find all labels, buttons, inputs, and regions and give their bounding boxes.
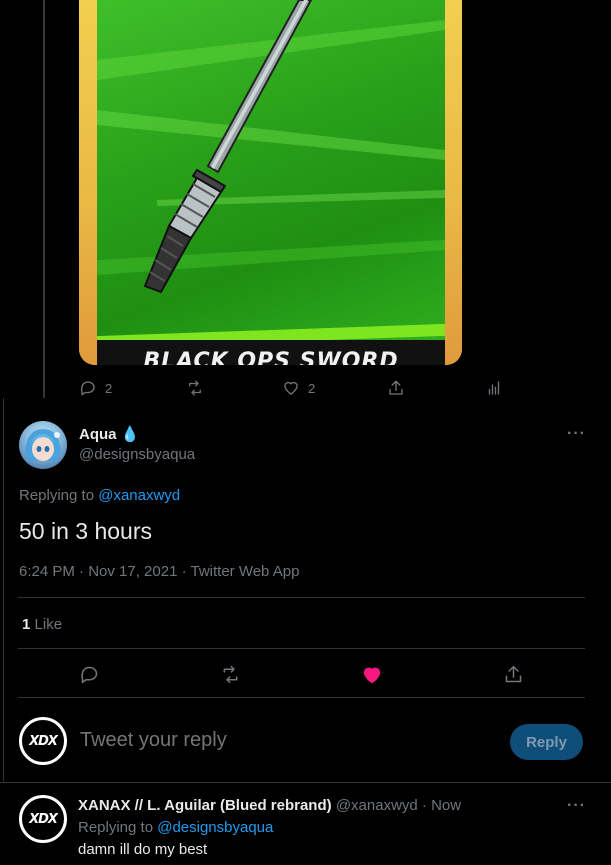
- more-options-button[interactable]: ···: [567, 425, 586, 443]
- tweet-timestamp[interactable]: 6:24 PM · Nov 17, 2021 · Twitter Web App: [19, 563, 299, 580]
- sword-illustration: [97, 0, 445, 294]
- like-action[interactable]: 2: [282, 379, 315, 397]
- likes-label: Like: [34, 616, 63, 633]
- reply-action[interactable]: 2: [79, 379, 112, 397]
- reply-avatar[interactable]: XDX: [19, 795, 67, 843]
- share-action[interactable]: [503, 664, 524, 685]
- composer-left-border: [3, 398, 4, 782]
- reply-avatar-logo: XDX: [29, 811, 58, 827]
- analytics-icon: [488, 381, 500, 395]
- reply-icon: [81, 666, 98, 684]
- card-banner: BLACK OPS SWORD: [97, 340, 445, 365]
- reply-header: XANAX // L. Aguilar (Blued rebrand) @xan…: [78, 797, 461, 814]
- divider: [18, 697, 585, 698]
- reply-author-name[interactable]: XANAX // L. Aguilar (Blued rebrand): [78, 797, 332, 814]
- reply-text: damn ill do my best: [78, 841, 208, 858]
- reply-replying-to: Replying to @designsbyaqua: [78, 819, 273, 836]
- reply-action[interactable]: [79, 664, 100, 685]
- reply-replying-to-prefix: Replying to: [78, 819, 158, 836]
- avatar-illustration: [25, 429, 61, 461]
- reply-count: 2: [105, 380, 113, 396]
- water-drop-icon: 💧: [120, 426, 140, 443]
- replying-to: Replying to @xanaxwyd: [19, 487, 180, 504]
- reply-replying-to-link[interactable]: @designsbyaqua: [157, 819, 273, 836]
- retweet-icon: [189, 380, 201, 396]
- reply-author-handle[interactable]: @xanaxwyd: [336, 797, 418, 814]
- heart-icon: [284, 381, 298, 395]
- likes-summary[interactable]: 1 Like: [22, 616, 62, 633]
- avatar[interactable]: [19, 421, 67, 469]
- divider: [18, 597, 585, 598]
- thread-connector-line: [43, 0, 45, 398]
- composer-avatar-logo: XDX: [29, 733, 58, 749]
- retweet-icon: [223, 665, 238, 684]
- author-handle[interactable]: @designsbyaqua: [79, 446, 195, 463]
- divider: [18, 648, 585, 649]
- share-action[interactable]: [387, 379, 405, 397]
- retweet-action[interactable]: [186, 379, 204, 397]
- tweet-text: 50 in 3 hours: [19, 518, 152, 544]
- card-frame-right: [445, 0, 462, 365]
- analytics-action[interactable]: [485, 379, 503, 397]
- tweet-media-image[interactable]: BLACK OPS SWORD: [79, 0, 462, 365]
- section-divider: [0, 782, 611, 783]
- card-frame-left: [79, 0, 97, 365]
- reply-more-options-button[interactable]: ···: [567, 797, 586, 815]
- reply-time[interactable]: · Now: [422, 797, 461, 814]
- heart-filled-icon: [363, 667, 381, 684]
- replying-to-prefix: Replying to: [19, 487, 99, 504]
- replying-to-link[interactable]: @xanaxwyd: [98, 487, 180, 504]
- likes-count: 1: [22, 616, 31, 633]
- tweet-reply-input[interactable]: [80, 729, 480, 752]
- composer-avatar[interactable]: XDX: [19, 717, 67, 765]
- like-count: 2: [308, 380, 316, 396]
- retweet-action[interactable]: [220, 664, 241, 685]
- like-action-active[interactable]: [361, 664, 383, 686]
- share-icon: [389, 380, 403, 395]
- card-background: [97, 0, 445, 340]
- reply-icon: [80, 381, 95, 396]
- author-name-text: Aqua: [79, 426, 117, 443]
- share-icon: [505, 665, 522, 683]
- reply-button[interactable]: Reply: [510, 724, 583, 760]
- author-name[interactable]: Aqua 💧: [79, 425, 139, 443]
- card-banner-text: BLACK OPS SWORD: [143, 349, 399, 365]
